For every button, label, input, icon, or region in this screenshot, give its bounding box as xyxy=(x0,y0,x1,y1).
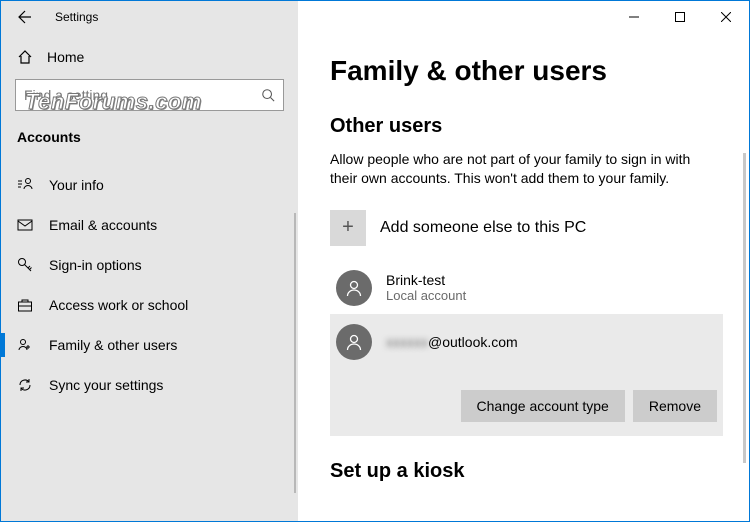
search-input[interactable] xyxy=(15,79,284,111)
sidebar-item-label: Family & other users xyxy=(49,337,177,353)
person-icon xyxy=(344,278,364,298)
kiosk-heading: Set up a kiosk xyxy=(330,460,723,483)
sidebar: Home Accounts Your info Email & accounts xyxy=(1,33,298,521)
sidebar-category: Accounts xyxy=(1,121,298,157)
maximize-icon xyxy=(675,12,685,22)
other-users-description: Allow people who are not part of your fa… xyxy=(330,150,720,188)
user-row-local[interactable]: Brink-test Local account xyxy=(330,262,723,314)
search-wrap xyxy=(1,73,298,121)
sidebar-item-label: Sign-in options xyxy=(49,257,142,273)
person-icon xyxy=(344,332,364,352)
back-arrow-icon xyxy=(17,9,33,25)
content-area: Family & other users Other users Allow p… xyxy=(298,33,749,521)
settings-window: Settings Home xyxy=(0,0,750,522)
other-users-heading: Other users xyxy=(330,115,723,138)
titlebar: Settings xyxy=(1,1,749,33)
user-actions: Change account type Remove xyxy=(336,390,717,422)
add-someone-label: Add someone else to this PC xyxy=(380,219,586,237)
window-title: Settings xyxy=(55,10,98,24)
body: Home Accounts Your info Email & accounts xyxy=(1,33,749,521)
minimize-button[interactable] xyxy=(611,1,657,33)
user-sub: Local account xyxy=(386,288,466,303)
close-button[interactable] xyxy=(703,1,749,33)
obscured-prefix: xxxxxx xyxy=(386,334,428,350)
sidebar-item-family-other-users[interactable]: Family & other users xyxy=(1,325,298,365)
briefcase-icon xyxy=(17,297,33,313)
sidebar-item-label: Access work or school xyxy=(49,297,188,313)
sidebar-item-email-accounts[interactable]: Email & accounts xyxy=(1,205,298,245)
sidebar-home[interactable]: Home xyxy=(1,41,298,73)
nav-list: Your info Email & accounts Sign-in optio… xyxy=(1,165,298,405)
user-labels: Brink-test Local account xyxy=(386,272,466,303)
page-title: Family & other users xyxy=(330,55,723,87)
plus-icon: + xyxy=(330,210,366,246)
avatar xyxy=(336,270,372,306)
people-icon xyxy=(17,337,33,353)
window-controls xyxy=(611,1,749,33)
change-account-type-button[interactable]: Change account type xyxy=(461,390,625,422)
search-icon xyxy=(261,88,275,102)
titlebar-left: Settings xyxy=(1,1,298,33)
minimize-icon xyxy=(629,12,639,22)
user-labels: xxxxxx@outlook.com xyxy=(386,334,518,350)
sidebar-item-signin-options[interactable]: Sign-in options xyxy=(1,245,298,285)
sidebar-item-sync-settings[interactable]: Sync your settings xyxy=(1,365,298,405)
user-row-outlook[interactable]: xxxxxx@outlook.com Change account type R… xyxy=(330,314,723,436)
sidebar-item-label: Sync your settings xyxy=(49,377,163,393)
sidebar-item-access-work-school[interactable]: Access work or school xyxy=(1,285,298,325)
home-icon xyxy=(17,49,33,65)
close-icon xyxy=(721,12,731,22)
avatar xyxy=(336,324,372,360)
sidebar-item-label: Your info xyxy=(49,177,104,193)
user-name: xxxxxx@outlook.com xyxy=(386,334,518,350)
search-field[interactable] xyxy=(24,87,261,103)
add-someone-row[interactable]: + Add someone else to this PC xyxy=(330,204,723,252)
sync-icon xyxy=(17,377,33,393)
remove-button[interactable]: Remove xyxy=(633,390,717,422)
user-name: Brink-test xyxy=(386,272,466,288)
sidebar-item-your-info[interactable]: Your info xyxy=(1,165,298,205)
sidebar-home-label: Home xyxy=(47,49,84,65)
back-button[interactable] xyxy=(9,1,41,33)
sidebar-scrollbar[interactable] xyxy=(294,213,296,493)
your-info-icon xyxy=(17,177,33,193)
content-scrollbar[interactable] xyxy=(743,153,746,463)
email-icon xyxy=(17,217,33,233)
key-icon xyxy=(17,257,33,273)
maximize-button[interactable] xyxy=(657,1,703,33)
sidebar-item-label: Email & accounts xyxy=(49,217,157,233)
